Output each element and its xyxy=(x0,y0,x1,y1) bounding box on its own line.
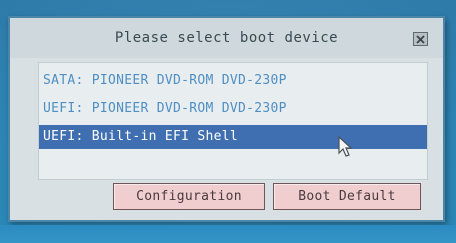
dialog-title: Please select boot device xyxy=(114,30,339,46)
boot-device-dialog: Please select boot device SATA: PIONEER … xyxy=(8,16,445,222)
close-button[interactable] xyxy=(413,32,428,46)
boot-device-item-uefi-dvd[interactable]: UEFI: PIONEER DVD-ROM DVD-230P xyxy=(39,97,427,121)
mouse-pointer-icon xyxy=(338,136,353,157)
boot-default-button[interactable]: Boot Default xyxy=(273,183,421,210)
boot-device-list[interactable]: SATA: PIONEER DVD-ROM DVD-230P UEFI: PIO… xyxy=(38,62,428,180)
close-x-icon xyxy=(416,34,425,44)
boot-device-item-efi-shell[interactable]: UEFI: Built-in EFI Shell xyxy=(39,125,427,149)
dialog-titlebar: Please select boot device xyxy=(10,18,443,58)
boot-device-item-sata-dvd[interactable]: SATA: PIONEER DVD-ROM DVD-230P xyxy=(39,69,427,93)
screen-bottom-edge xyxy=(0,225,456,243)
configuration-button[interactable]: Configuration xyxy=(113,183,265,210)
